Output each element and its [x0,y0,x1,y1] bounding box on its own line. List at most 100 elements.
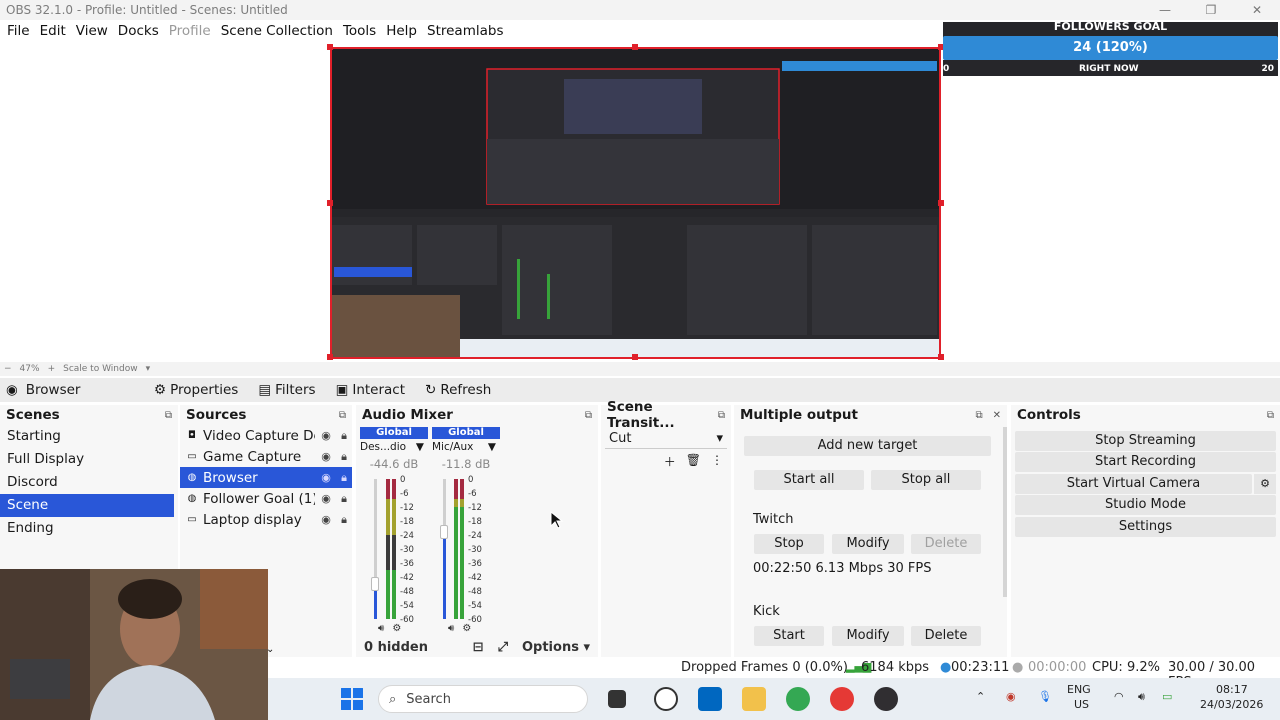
twitch-delete-button[interactable]: Delete [911,534,981,554]
kick-start-button[interactable]: Start [754,626,824,646]
menu-docks[interactable]: Docks [113,23,164,39]
obs-icon[interactable] [874,687,898,711]
preview-canvas[interactable] [330,47,941,359]
scale-mode-select[interactable]: Scale to Window [63,364,137,374]
stop-streaming-button[interactable]: Stop Streaming [1015,430,1276,451]
undock-icon[interactable]: ⧉ [585,410,592,421]
source-item-video-capture[interactable]: ◘ Video Capture Dev ◉ 🔒︎ [180,425,352,446]
store-icon[interactable] [698,687,722,711]
volume-slider[interactable] [440,479,448,619]
eye-icon[interactable]: ◉ [319,450,333,463]
source-item-browser[interactable]: ◍ Browser ◉ 🔒︎ [180,467,352,488]
volume-icon[interactable]: 🔊︎ [378,623,384,634]
studio-mode-button[interactable]: Studio Mode [1015,495,1276,515]
transition-select[interactable]: Cut ▾ [605,429,727,449]
dell-icon[interactable] [654,687,678,711]
mixer-menu-icon[interactable]: ⚙ [462,623,471,634]
undock-icon[interactable]: ⧉ [165,410,172,421]
eye-icon[interactable]: ◉ [319,513,333,526]
trash-icon[interactable]: 🗑︎ [686,453,701,470]
battery-icon[interactable]: ▭ [1162,690,1172,703]
mixer-menu-icon[interactable]: ⚙ [392,623,401,634]
stop-all-button[interactable]: Stop all [871,470,981,490]
terminal-icon[interactable] [608,690,626,708]
kick-modify-button[interactable]: Modify [832,626,904,646]
resize-handle[interactable] [327,354,333,360]
resize-handle[interactable] [632,354,638,360]
menu-scene-collection[interactable]: Scene Collection [216,23,338,39]
menu-file[interactable]: File [2,23,35,39]
refresh-button[interactable]: ↻ Refresh [417,380,499,400]
chevron-down-icon[interactable]: ▾ [146,364,151,374]
folder-icon[interactable] [742,687,766,711]
add-new-target-button[interactable]: Add new target [744,436,991,456]
menu-tools[interactable]: Tools [338,23,381,39]
minimize-button[interactable]: — [1142,0,1188,20]
lock-icon[interactable]: 🔒︎ [337,471,351,485]
lock-icon[interactable]: 🔒︎ [337,450,351,464]
scene-item-discord[interactable]: Discord [0,471,178,494]
microphone-icon[interactable]: 🎙︎ [1038,690,1052,703]
scene-item-ending[interactable]: Ending [0,517,178,540]
resize-handle[interactable] [327,44,333,50]
menu-view[interactable]: View [71,23,113,39]
taskbar-search[interactable]: ⌕ Search [378,685,588,713]
options-button[interactable]: Options ▾ [522,640,590,655]
interact-button[interactable]: ▣ Interact [328,380,413,400]
resize-handle[interactable] [327,200,333,206]
undock-icon[interactable]: ⧉ [1267,410,1274,421]
volume-knob[interactable] [371,577,379,591]
start-recording-button[interactable]: Start Recording [1015,452,1276,472]
resize-handle[interactable] [938,200,944,206]
close-button[interactable]: ✕ [1234,0,1280,20]
zoom-plus-icon[interactable]: + [48,364,56,374]
more-options-icon[interactable]: ⋮ [711,453,723,470]
properties-button[interactable]: ⚙ Properties [146,380,246,400]
menu-streamlabs[interactable]: Streamlabs [422,23,508,39]
lock-icon[interactable]: 🔒︎ [337,513,351,527]
record-icon[interactable]: ◉ [1006,690,1016,703]
start-all-button[interactable]: Start all [754,470,864,490]
chevron-up-icon[interactable]: ⌃ [976,690,985,703]
volume-icon[interactable]: 🔊︎ [448,623,454,634]
source-item-follower-goal[interactable]: ◍ Follower Goal (1) ◉ 🔒︎ [180,488,352,509]
lock-icon[interactable]: 🔒︎ [337,492,351,506]
close-icon[interactable]: ✕ [993,410,1001,421]
speaker-icon[interactable]: 🔊︎ [1138,690,1145,704]
add-icon[interactable]: ＋ [664,453,676,470]
scene-item-full-display[interactable]: Full Display [0,448,178,471]
layout-icon[interactable]: ⊟ [473,640,484,655]
maximize-button[interactable]: ❐ [1188,0,1234,20]
volume-slider[interactable] [371,479,379,619]
scrollbar[interactable] [1003,427,1007,597]
chevron-down-icon[interactable]: ▼ [488,441,496,453]
link-icon[interactable]: ⤢ [498,640,508,655]
menu-help[interactable]: Help [381,23,422,39]
eye-icon[interactable]: ◉ [319,492,333,505]
kick-delete-button[interactable]: Delete [911,626,981,646]
start-virtual-camera-button[interactable]: Start Virtual Camera [1015,473,1252,494]
chrome-icon[interactable] [786,687,810,711]
language[interactable]: ENG [1067,683,1091,696]
app-icon[interactable] [830,687,854,711]
source-item-laptop-display[interactable]: ▭ Laptop display ◉ 🔒︎ [180,509,352,530]
undock-icon[interactable]: ⧉ [718,410,725,421]
settings-button[interactable]: Settings [1015,516,1276,537]
undock-icon[interactable]: ⧉ [339,410,346,421]
clock-time[interactable]: 08:17 [1216,683,1248,696]
preview-area[interactable]: FOLLOWERS GOAL 24 (120%) 0 RIGHT NOW 20 [0,20,1280,362]
wifi-icon[interactable]: ◠ [1114,690,1124,703]
scene-item-scene[interactable]: Scene [0,494,174,517]
resize-handle[interactable] [938,354,944,360]
windows-start-icon[interactable] [340,687,364,711]
eye-icon[interactable]: ◉ [319,429,333,442]
undock-icon[interactable]: ⧉ [975,410,982,421]
twitch-stop-button[interactable]: Stop [754,534,824,554]
lock-icon[interactable]: 🔒︎ [337,429,351,443]
resize-handle[interactable] [632,44,638,50]
menu-profile[interactable]: Profile [164,23,216,39]
volume-knob[interactable] [440,525,448,540]
scene-item-starting[interactable]: Starting [0,425,178,448]
menu-edit[interactable]: Edit [35,23,71,39]
zoom-minus-icon[interactable]: − [4,364,12,374]
